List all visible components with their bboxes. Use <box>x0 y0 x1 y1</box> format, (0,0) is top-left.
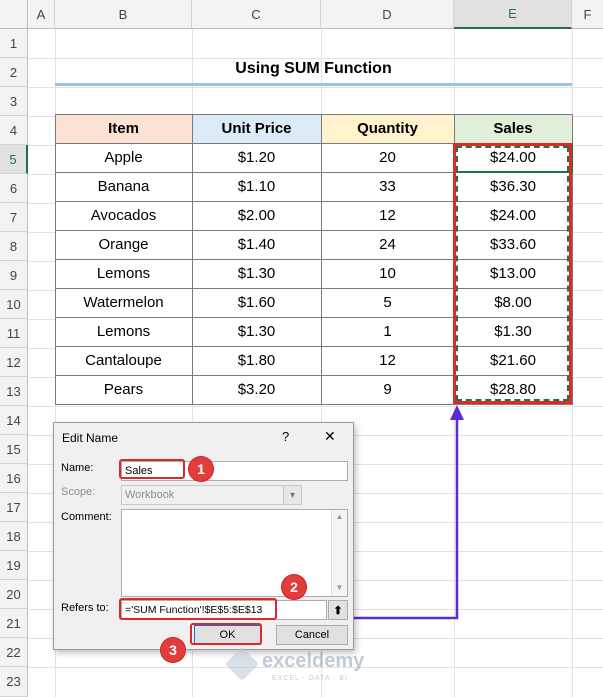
comment-field[interactable] <box>121 509 348 597</box>
refers-to-label: Refers to: <box>61 602 109 614</box>
comment-scrollbar[interactable]: ▲ ▼ <box>331 510 347 596</box>
dialog-title: Edit Name <box>62 431 119 445</box>
exceldemy-watermark: exceldemy EXCEL · DATA · BI <box>225 647 388 688</box>
comment-label: Comment: <box>61 511 112 523</box>
cancel-button[interactable]: Cancel <box>276 625 348 645</box>
close-icon[interactable]: ✕ <box>324 428 336 445</box>
ok-highlight <box>190 623 262 645</box>
name-label: Name: <box>61 462 94 474</box>
step-badge-2: 2 <box>282 575 306 599</box>
refers-to-highlight <box>119 598 277 620</box>
exceldemy-logo-icon <box>225 647 259 681</box>
collapse-dialog-button[interactable]: ⬆ <box>328 600 348 620</box>
watermark-tagline: EXCEL · DATA · BI <box>272 675 348 682</box>
watermark-brand: exceldemy <box>262 650 365 672</box>
scope-value: Workbook <box>125 489 175 501</box>
step-badge-1: 1 <box>189 457 213 481</box>
help-button[interactable]: ? <box>282 429 289 444</box>
scope-select[interactable]: Workbook <box>121 485 302 505</box>
scope-label: Scope: <box>61 486 96 498</box>
step-badge-3: 3 <box>161 638 185 662</box>
collapse-arrow-icon: ⬆ <box>333 604 343 617</box>
chevron-down-icon[interactable]: ▾ <box>283 486 301 504</box>
name-highlight <box>119 459 185 479</box>
